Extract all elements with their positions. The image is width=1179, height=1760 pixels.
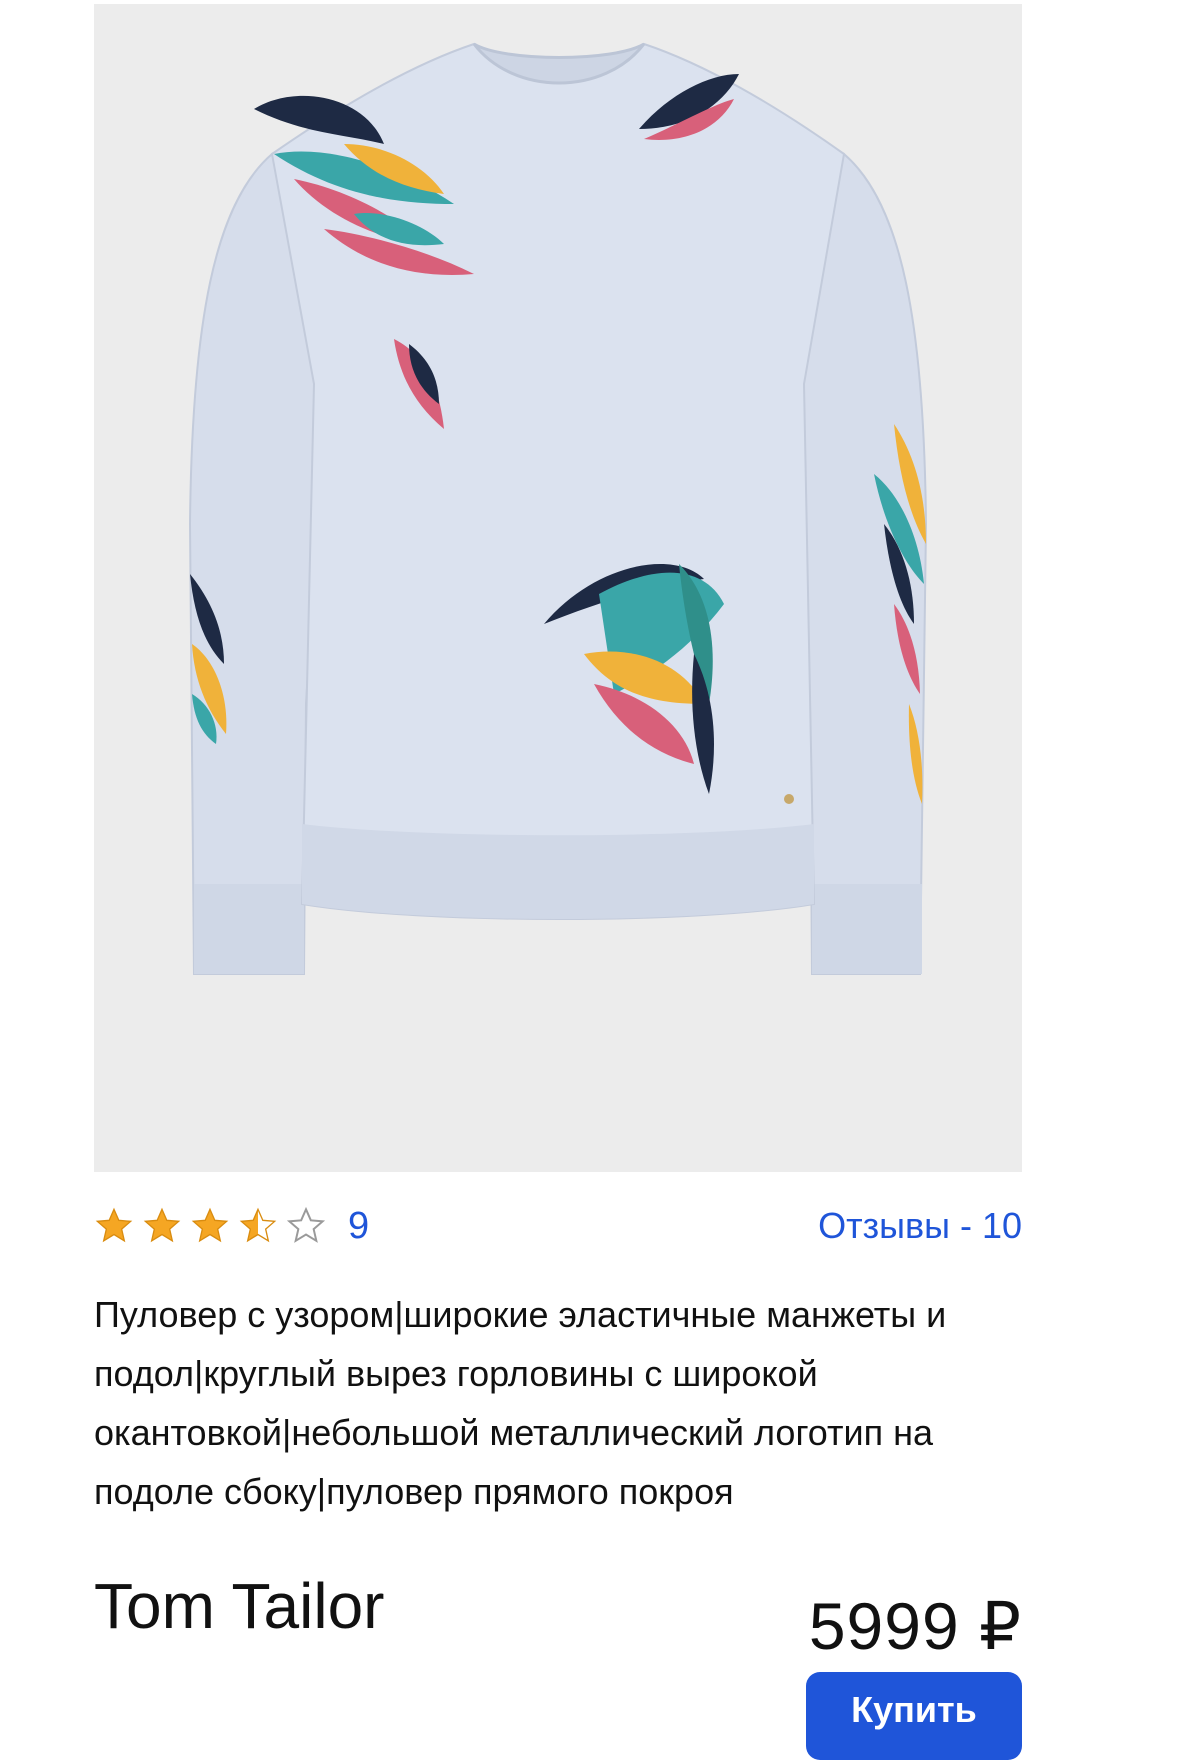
product-card: 9 Отзывы - 10 Пуловер с узором|широкие э…: [94, 0, 1022, 1760]
rating-stars[interactable]: 9: [94, 1206, 369, 1246]
buy-button[interactable]: Купить: [806, 1672, 1022, 1760]
rating-row: 9 Отзывы - 10: [94, 1198, 1022, 1254]
reviews-link[interactable]: Отзывы - 10: [818, 1208, 1022, 1244]
brand-name: Tom Tailor: [94, 1570, 385, 1642]
star-full-icon: [191, 1207, 229, 1243]
star-empty-icon: [286, 1206, 326, 1243]
star-full-icon: [143, 1207, 181, 1243]
star-half-icon: [239, 1207, 277, 1243]
product-price: 5999 ₽: [808, 1589, 1022, 1663]
product-description: Пуловер с узором|широкие эластичные манж…: [94, 1294, 947, 1512]
star-full-icon: [95, 1207, 133, 1243]
product-image[interactable]: [94, 4, 1022, 1172]
sweater-illustration: [188, 42, 928, 975]
rating-count: 9: [348, 1205, 370, 1247]
